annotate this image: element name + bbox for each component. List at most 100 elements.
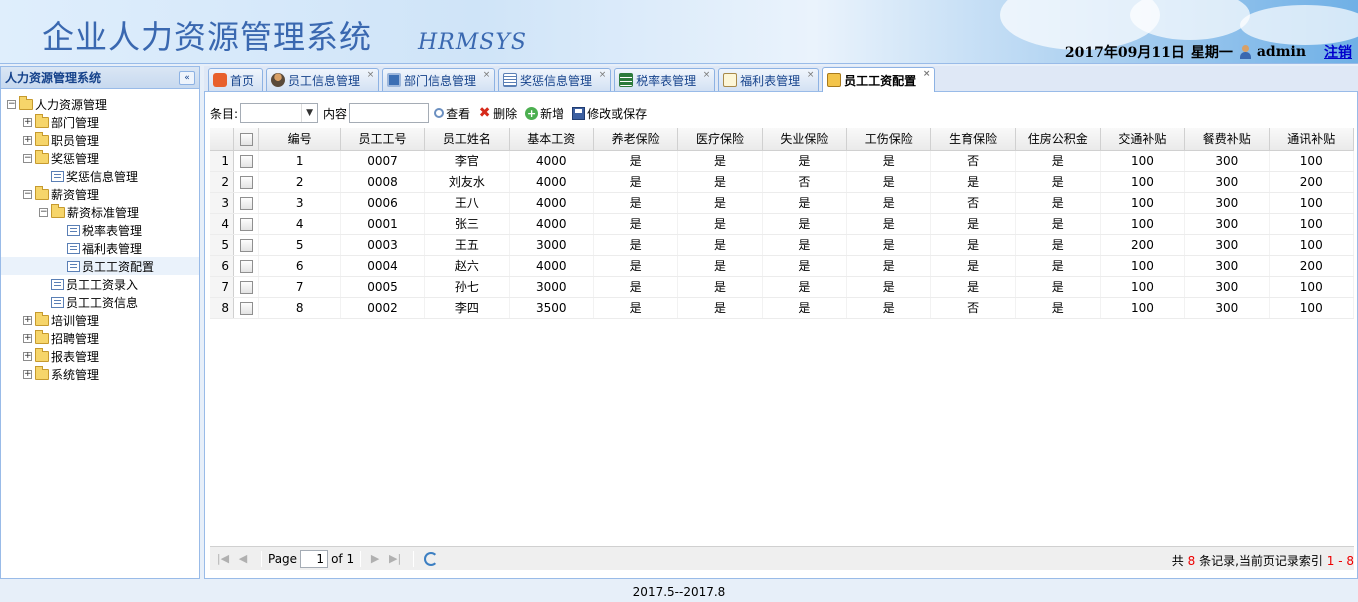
close-icon[interactable]: × — [806, 71, 815, 80]
logout-link[interactable]: 注销 — [1324, 42, 1352, 62]
tree-node-welfare[interactable]: 福利表管理 — [7, 239, 199, 257]
row-checkbox[interactable] — [239, 196, 253, 210]
table-row[interactable]: 2 2 0008 刘友水 4000 是是否是是是 100 300 200 — [210, 171, 1354, 193]
tree-node-salary-entry[interactable]: 员工工资录入 — [7, 275, 199, 293]
tree-node-report[interactable]: + 报表管理 — [7, 347, 199, 365]
column-header[interactable]: 生育保险 — [930, 128, 1016, 151]
save-button[interactable]: 修改或保存 — [572, 105, 647, 122]
expand-icon[interactable]: + — [23, 333, 32, 343]
expand-icon[interactable]: + — [23, 369, 32, 379]
tree-node-tax[interactable]: 税率表管理 — [7, 221, 199, 239]
tree-node-salary[interactable]: − 薪资管理 — [7, 185, 199, 203]
view-button[interactable]: 查看 — [434, 105, 470, 122]
tree-node-reward-info[interactable]: 奖惩信息管理 — [7, 167, 199, 185]
last-page-icon[interactable]: ▶| — [387, 551, 403, 567]
row-checkbox[interactable] — [239, 175, 253, 189]
close-icon[interactable]: × — [702, 71, 711, 80]
table-row[interactable]: 5 5 0003 王五 3000 是是是是是是 200 300 100 — [210, 234, 1354, 256]
collapse-icon[interactable]: − — [23, 153, 32, 163]
row-select-cell[interactable] — [233, 192, 260, 214]
delete-button[interactable]: ✖ 删除 — [478, 105, 517, 122]
select-all-checkbox[interactable] — [239, 132, 253, 146]
column-header[interactable]: 失业保险 — [762, 128, 848, 151]
refresh-icon[interactable] — [424, 551, 439, 566]
row-select-cell[interactable] — [233, 255, 260, 277]
column-header[interactable]: 编号 — [258, 128, 341, 151]
tree-node-dept[interactable]: + 部门管理 — [7, 113, 199, 131]
column-header[interactable]: 工伤保险 — [846, 128, 932, 151]
table-row[interactable]: 3 3 0006 王八 4000 是是是是否是 100 300 100 — [210, 192, 1354, 214]
row-number: 5 — [210, 234, 234, 256]
tree-node-staff[interactable]: + 职员管理 — [7, 131, 199, 149]
tree-node-system[interactable]: + 系统管理 — [7, 365, 199, 383]
tree-node-salary-info[interactable]: 员工工资信息 — [7, 293, 199, 311]
close-icon[interactable]: × — [366, 71, 375, 80]
expand-icon[interactable]: + — [23, 315, 32, 325]
row-select-cell[interactable] — [233, 234, 260, 256]
select-all-cell[interactable] — [233, 128, 260, 151]
table-row[interactable]: 8 8 0002 李四 3500 是是是是否是 100 300 100 — [210, 297, 1354, 319]
tab-home[interactable]: 首页 — [208, 68, 264, 91]
column-header[interactable]: 住房公积金 — [1015, 128, 1101, 151]
tab-reward-info[interactable]: 奖惩信息管理 × — [498, 68, 612, 91]
row-checkbox[interactable] — [239, 280, 253, 294]
row-checkbox[interactable] — [239, 238, 253, 252]
table-cell: 是 — [677, 297, 763, 319]
tab-employee-info[interactable]: 员工信息管理 × — [266, 68, 380, 91]
tab-dept-info[interactable]: 部门信息管理 × — [382, 68, 496, 91]
row-checkbox[interactable] — [239, 301, 253, 315]
row-select-cell[interactable] — [233, 276, 260, 298]
expand-icon[interactable]: + — [23, 135, 32, 145]
field-select[interactable]: ▼ — [240, 103, 319, 123]
row-select-cell[interactable] — [233, 213, 260, 235]
row-checkbox[interactable] — [239, 154, 253, 168]
prev-page-icon[interactable]: ◀ — [235, 551, 251, 567]
collapse-icon[interactable]: − — [39, 207, 48, 217]
column-header[interactable]: 通讯补贴 — [1269, 128, 1354, 151]
column-header[interactable]: 基本工资 — [509, 128, 594, 151]
tab-salary-config[interactable]: 员工工资配置 × — [822, 67, 936, 92]
column-header[interactable]: 交通补贴 — [1100, 128, 1186, 151]
table-cell: 200 — [1269, 171, 1354, 193]
collapse-icon[interactable]: − — [7, 99, 16, 109]
column-header[interactable]: 员工工号 — [340, 128, 426, 151]
tree-node-reward[interactable]: − 奖惩管理 — [7, 149, 199, 167]
column-header[interactable]: 餐费补贴 — [1184, 128, 1270, 151]
column-header[interactable]: 员工姓名 — [424, 128, 510, 151]
row-select-cell[interactable] — [233, 171, 260, 193]
tab-welfare[interactable]: 福利表管理 × — [718, 68, 820, 91]
column-header[interactable]: 医疗保险 — [677, 128, 763, 151]
close-icon[interactable]: × — [482, 71, 491, 80]
table-row[interactable]: 6 6 0004 赵六 4000 是是是是是是 100 300 200 — [210, 255, 1354, 277]
expand-icon[interactable]: + — [23, 117, 32, 127]
row-checkbox[interactable] — [239, 259, 253, 273]
collapse-icon[interactable]: − — [23, 189, 32, 199]
close-icon[interactable]: × — [922, 70, 931, 79]
table-cell: 300 — [1184, 297, 1270, 319]
table-row[interactable]: 4 4 0001 张三 4000 是是是是是是 100 300 100 — [210, 213, 1354, 235]
content-input[interactable] — [349, 103, 430, 123]
collapse-sidebar-button[interactable]: « — [179, 70, 195, 85]
row-checkbox[interactable] — [239, 217, 253, 231]
tree-node-salary-std[interactable]: − 薪资标准管理 — [7, 203, 199, 221]
tree-node-training[interactable]: + 培训管理 — [7, 311, 199, 329]
row-select-cell[interactable] — [233, 150, 260, 172]
first-page-icon[interactable]: |◀ — [215, 551, 231, 567]
table-row[interactable]: 1 1 0007 李官 4000 是是是是否是 100 300 100 — [210, 150, 1354, 172]
tab-tax[interactable]: 税率表管理 × — [614, 68, 716, 91]
tree-node-salary-config[interactable]: 员工工资配置 — [1, 257, 199, 275]
column-header[interactable]: 养老保险 — [593, 128, 679, 151]
expand-icon[interactable]: + — [23, 351, 32, 361]
close-icon[interactable]: × — [598, 71, 607, 80]
tree-node-recruit[interactable]: + 招聘管理 — [7, 329, 199, 347]
table-cell: 2 — [258, 171, 341, 193]
add-button[interactable]: + 新增 — [525, 105, 564, 122]
next-page-icon[interactable]: ▶ — [367, 551, 383, 567]
folder-open-icon — [19, 95, 33, 110]
person-icon — [271, 73, 286, 87]
tree-node-root[interactable]: − 人力资源管理 — [7, 95, 199, 113]
page-number-input[interactable]: 1 — [300, 549, 329, 568]
table-cell: 0007 — [340, 150, 426, 172]
row-select-cell[interactable] — [233, 297, 260, 319]
table-row[interactable]: 7 7 0005 孙七 3000 是是是是是是 100 300 100 — [210, 276, 1354, 298]
